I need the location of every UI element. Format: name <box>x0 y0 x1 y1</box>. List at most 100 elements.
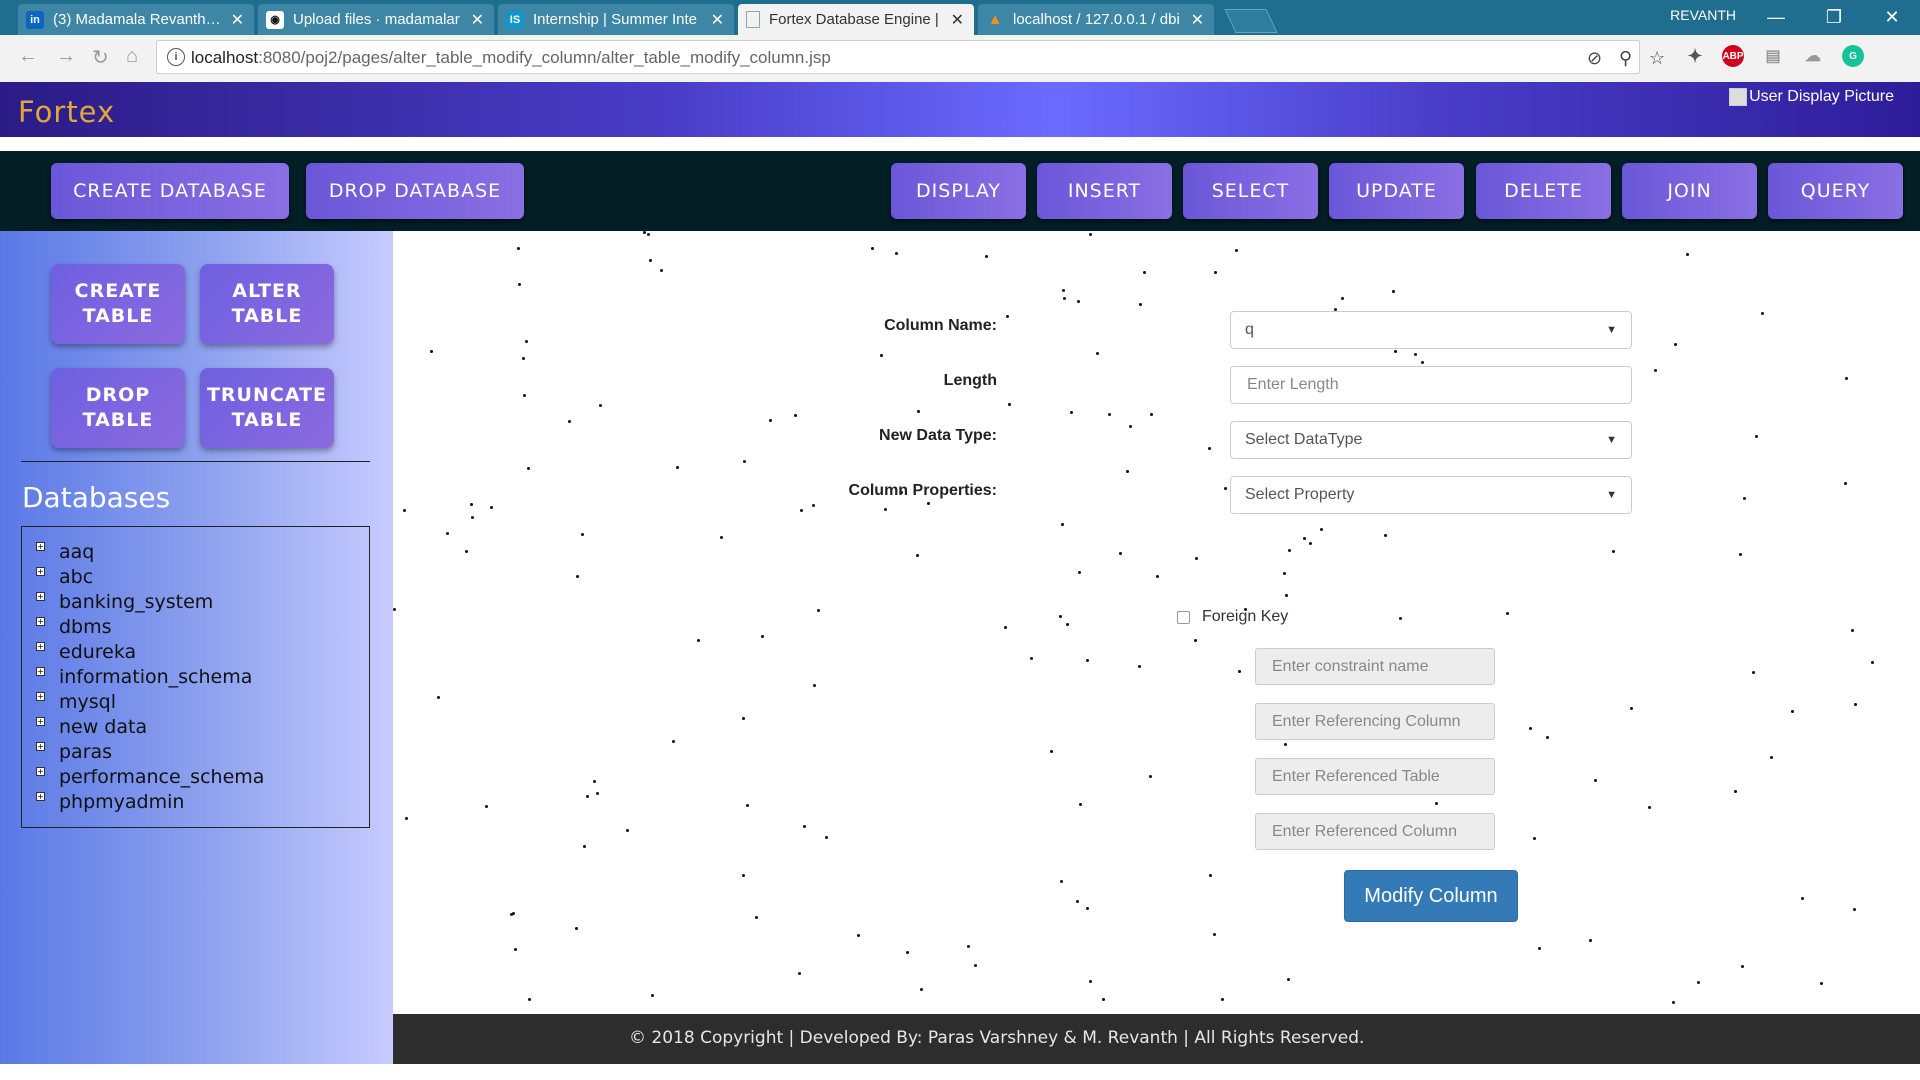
database-name[interactable]: new data <box>59 716 147 738</box>
referencing-column-input[interactable] <box>1270 711 1480 732</box>
database-name[interactable]: edureka <box>59 641 136 663</box>
star-dot <box>1089 233 1092 236</box>
browser-tab[interactable]: ◉ Upload files · madamalar ✕ <box>258 4 494 35</box>
create-table-button[interactable]: CREATE TABLE <box>51 264 185 344</box>
reload-icon[interactable]: ↻ <box>92 45 109 70</box>
referenced-table-field[interactable] <box>1255 758 1495 795</box>
update-button[interactable]: UPDATE <box>1329 163 1464 219</box>
minimize-icon[interactable]: — <box>1748 0 1804 35</box>
user-display-picture[interactable]: User Display Picture <box>1729 88 1894 106</box>
database-item[interactable]: + aaq <box>36 539 369 564</box>
modify-column-button[interactable]: Modify Column <box>1344 870 1518 922</box>
database-name[interactable]: aaq <box>59 541 94 563</box>
database-name[interactable]: abc <box>59 566 93 588</box>
database-name[interactable]: banking_system <box>59 591 213 613</box>
constraint-name-input[interactable] <box>1270 656 1480 677</box>
delete-button[interactable]: DELETE <box>1476 163 1611 219</box>
expand-icon[interactable]: + <box>36 692 45 701</box>
database-item[interactable]: + phpmyadmin <box>36 789 369 814</box>
browser-tab[interactable]: in (3) Madamala Revanth | L ✕ <box>18 4 254 35</box>
back-icon[interactable]: ← <box>18 45 38 68</box>
expand-icon[interactable]: + <box>36 717 45 726</box>
drop-database-button[interactable]: DROP DATABASE <box>306 163 524 219</box>
database-name[interactable]: mysql <box>59 691 116 713</box>
database-item[interactable]: + information_schema <box>36 664 369 689</box>
database-name[interactable]: dbms <box>59 616 112 638</box>
expand-icon[interactable]: + <box>36 642 45 651</box>
expand-icon[interactable]: + <box>36 617 45 626</box>
column-name-select[interactable]: q ▼ <box>1230 311 1632 349</box>
database-item[interactable]: + paras <box>36 739 369 764</box>
drop-table-button[interactable]: DROP TABLE <box>51 368 185 448</box>
select-button[interactable]: SELECT <box>1183 163 1318 219</box>
close-icon[interactable]: ✕ <box>471 10 484 30</box>
expand-icon[interactable]: + <box>36 592 45 601</box>
join-button[interactable]: JOIN <box>1622 163 1757 219</box>
referencing-column-field[interactable] <box>1255 703 1495 740</box>
window-close-icon[interactable]: ✕ <box>1864 0 1920 35</box>
restore-icon[interactable]: ❐ <box>1806 0 1862 35</box>
new-tab-button[interactable] <box>1224 9 1278 33</box>
referenced-column-input[interactable] <box>1270 821 1480 842</box>
home-icon[interactable]: ⌂ <box>126 45 138 68</box>
database-name[interactable]: phpmyadmin <box>59 791 184 813</box>
data-type-select[interactable]: Select DataType ▼ <box>1230 421 1632 459</box>
bookmark-star-icon[interactable]: ☆ <box>1649 48 1665 69</box>
expand-icon[interactable]: + <box>36 742 45 751</box>
pdf-icon[interactable]: ▤ <box>1762 45 1784 67</box>
database-name[interactable]: performance_schema <box>59 766 264 788</box>
close-icon[interactable]: ✕ <box>711 10 724 30</box>
browser-tab[interactable]: ▲ localhost / 127.0.0.1 / dbi ✕ <box>978 4 1214 35</box>
cloud-icon[interactable]: ☁ <box>1802 45 1824 67</box>
forward-icon[interactable]: → <box>56 45 76 68</box>
zoom-icon[interactable]: ⚲ <box>1619 48 1632 69</box>
browser-profile-name[interactable]: REVANTH <box>1670 7 1736 23</box>
database-name[interactable]: paras <box>59 741 112 763</box>
length-input[interactable] <box>1245 375 1617 395</box>
grammarly-icon[interactable]: G <box>1842 45 1864 67</box>
star-dot <box>1008 403 1011 406</box>
browser-tab[interactable]: IS Internship | Summer Inte ✕ <box>498 4 734 35</box>
star-dot <box>1194 639 1197 642</box>
star-dot <box>446 532 449 535</box>
extension-puzzle-icon[interactable]: ✦ <box>1684 45 1706 67</box>
expand-icon[interactable]: + <box>36 542 45 551</box>
database-item[interactable]: + performance_schema <box>36 764 369 789</box>
camera-blocked-icon[interactable]: ⊘ <box>1587 48 1602 69</box>
column-properties-select[interactable]: Select Property ▼ <box>1230 476 1632 514</box>
referenced-column-field[interactable] <box>1255 813 1495 850</box>
truncate-table-button[interactable]: TRUNCATE TABLE <box>200 368 334 448</box>
star-dot <box>1061 523 1064 526</box>
create-database-button[interactable]: CREATE DATABASE <box>51 163 289 219</box>
database-item[interactable]: + mysql <box>36 689 369 714</box>
browser-tab-active[interactable]: Fortex Database Engine | ✕ <box>738 4 974 35</box>
star-dot <box>1285 594 1288 597</box>
foreign-key-checkbox[interactable] <box>1177 610 1190 624</box>
query-button[interactable]: QUERY <box>1768 163 1903 219</box>
database-item[interactable]: + edureka <box>36 639 369 664</box>
address-bar[interactable]: i localhost:8080/poj2/pages/alter_table_… <box>156 40 1665 74</box>
alter-table-button[interactable]: ALTER TABLE <box>200 264 334 344</box>
expand-icon[interactable]: + <box>36 667 45 676</box>
expand-icon[interactable]: + <box>36 767 45 776</box>
length-field[interactable] <box>1230 366 1632 404</box>
database-item[interactable]: + dbms <box>36 614 369 639</box>
foreign-key-toggle[interactable]: Foreign Key <box>1177 608 1288 626</box>
abp-icon[interactable]: ABP <box>1722 45 1744 67</box>
close-icon[interactable]: ✕ <box>231 10 244 30</box>
info-icon[interactable]: i <box>167 48 185 66</box>
database-item[interactable]: + new data <box>36 714 369 739</box>
close-icon[interactable]: ✕ <box>1191 10 1204 30</box>
star-dot <box>1213 933 1216 936</box>
expand-icon[interactable]: + <box>36 567 45 576</box>
database-name[interactable]: information_schema <box>59 666 252 688</box>
insert-button[interactable]: INSERT <box>1037 163 1172 219</box>
database-item[interactable]: + abc <box>36 564 369 589</box>
expand-icon[interactable]: + <box>36 792 45 801</box>
brand-logo[interactable]: Fortex <box>18 95 115 129</box>
display-button[interactable]: DISPLAY <box>891 163 1026 219</box>
close-icon[interactable]: ✕ <box>951 10 964 30</box>
referenced-table-input[interactable] <box>1270 766 1480 787</box>
database-item[interactable]: + banking_system <box>36 589 369 614</box>
constraint-name-field[interactable] <box>1255 648 1495 685</box>
